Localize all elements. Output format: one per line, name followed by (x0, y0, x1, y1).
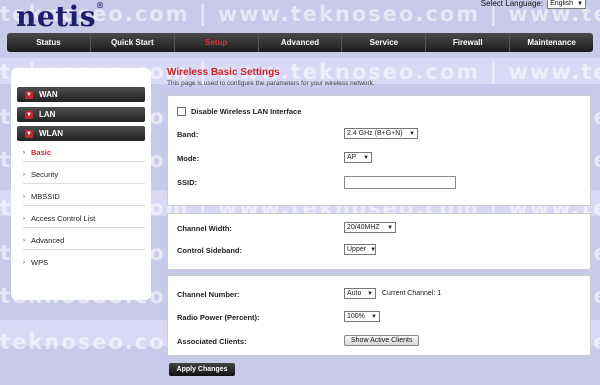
chevron-down-icon: ▼ (25, 129, 33, 138)
mode-select[interactable]: AP ▼ (344, 152, 372, 163)
chevron-down-icon: ▼ (370, 246, 377, 253)
channel-number-label: Channel Number: (177, 290, 240, 299)
disable-wlan-checkbox[interactable] (177, 107, 186, 116)
mode-control: AP ▼ (344, 152, 372, 163)
channel-number-select[interactable]: Auto ▼ (344, 288, 376, 299)
chevron-right-icon: › (23, 215, 25, 222)
language-label: Select Language: (480, 0, 544, 8)
sidebar-item-wps[interactable]: › WPS (23, 254, 145, 271)
ssid-input[interactable] (344, 176, 456, 189)
channel-width-control: 20/40MHZ ▼ (344, 222, 396, 233)
sidebar-item-basic[interactable]: › Basic (23, 144, 145, 162)
band-label: Band: (177, 130, 199, 139)
chevron-right-icon: › (23, 149, 25, 156)
control-sideband-select[interactable]: Upper ▼ (344, 244, 376, 255)
nav-status[interactable]: Status (7, 33, 91, 52)
chevron-down-icon: ▼ (363, 154, 369, 161)
sidebar-item-security[interactable]: › Security (23, 166, 145, 184)
channel-width-label: Channel Width: (177, 224, 232, 233)
chevron-down-icon: ▼ (25, 90, 33, 99)
associated-clients-control: Show Active Clients (344, 335, 420, 346)
netis-logo: netis® (16, 0, 105, 33)
basic-settings-panel: Disable Wireless LAN Interface Band: 2.4… (167, 95, 591, 206)
chevron-right-icon: › (23, 193, 25, 200)
nav-maintenance[interactable]: Maintenance (510, 33, 593, 52)
band-control: 2.4 GHz (B+G+N) ▼ (344, 128, 418, 139)
chevron-down-icon: ▼ (577, 0, 583, 7)
sidebar-item-mbssid[interactable]: › MBSSID (23, 188, 145, 206)
radio-power-select[interactable]: 100% ▼ (344, 311, 380, 322)
radio-power-label: Radio Power (Percent): (177, 313, 260, 322)
sidebar-item-access-control-list[interactable]: › Access Control List (23, 210, 145, 228)
channel-width-select[interactable]: 20/40MHZ ▼ (344, 222, 396, 233)
channel-number-control: Auto ▼ Current Channel: 1 (344, 288, 441, 299)
chevron-down-icon: ▼ (25, 110, 33, 119)
control-sideband-label: Control Sideband: (177, 246, 242, 255)
ssid-control (344, 176, 456, 189)
disable-wlan-row: Disable Wireless LAN Interface (177, 107, 301, 116)
chevron-down-icon: ▼ (371, 313, 377, 320)
apply-changes-button[interactable]: Apply Changes (169, 363, 235, 376)
chevron-right-icon: › (23, 237, 25, 244)
chevron-right-icon: › (23, 171, 25, 178)
sidebar-item-advanced[interactable]: › Advanced (23, 232, 145, 250)
current-channel-text: Current Channel: 1 (382, 290, 442, 297)
mode-label: Mode: (177, 154, 200, 163)
nav-quick-start[interactable]: Quick Start (91, 33, 175, 52)
chevron-down-icon: ▼ (367, 290, 373, 297)
radio-power-control: 100% ▼ (344, 311, 380, 322)
nav-firewall[interactable]: Firewall (426, 33, 511, 52)
chevron-right-icon: › (23, 259, 25, 266)
ssid-label: SSID: (177, 178, 198, 187)
nav-service[interactable]: Service (342, 33, 427, 52)
page-title: Wireless Basic Settings (167, 67, 280, 78)
control-sideband-control: Upper ▼ (344, 244, 376, 255)
sidebar-group-wlan[interactable]: ▼ WLAN (17, 126, 145, 141)
nav-advanced[interactable]: Advanced (259, 33, 343, 52)
associated-clients-label: Associated Clients: (177, 337, 247, 346)
channel-width-panel: Channel Width: 20/40MHZ ▼ Control Sideban… (167, 213, 591, 270)
sidebar-group-wan[interactable]: ▼ WAN (17, 87, 145, 102)
band-select[interactable]: 2.4 GHz (B+G+N) ▼ (344, 128, 418, 139)
nav-setup[interactable]: Setup (175, 33, 259, 52)
chevron-down-icon: ▼ (387, 224, 393, 231)
main-nav: Status Quick Start Setup Advanced Servic… (7, 33, 593, 52)
sidebar-group-lan[interactable]: ▼ LAN (17, 107, 145, 122)
disable-wlan-label: Disable Wireless LAN Interface (191, 107, 302, 116)
chevron-down-icon: ▼ (409, 130, 415, 137)
language-selector: Select Language: English ▼ (481, 0, 586, 9)
language-select[interactable]: English ▼ (547, 0, 586, 9)
sidebar: ▼ WAN ▼ LAN ▼ WLAN › Basic › Security › MBSSID… (11, 68, 151, 300)
show-active-clients-button[interactable]: Show Active Clients (344, 335, 420, 346)
radio-settings-panel: Channel Number: Auto ▼ Current Channel: 1… (167, 275, 591, 356)
page-subtitle: This page is used to configure the param… (167, 80, 375, 87)
